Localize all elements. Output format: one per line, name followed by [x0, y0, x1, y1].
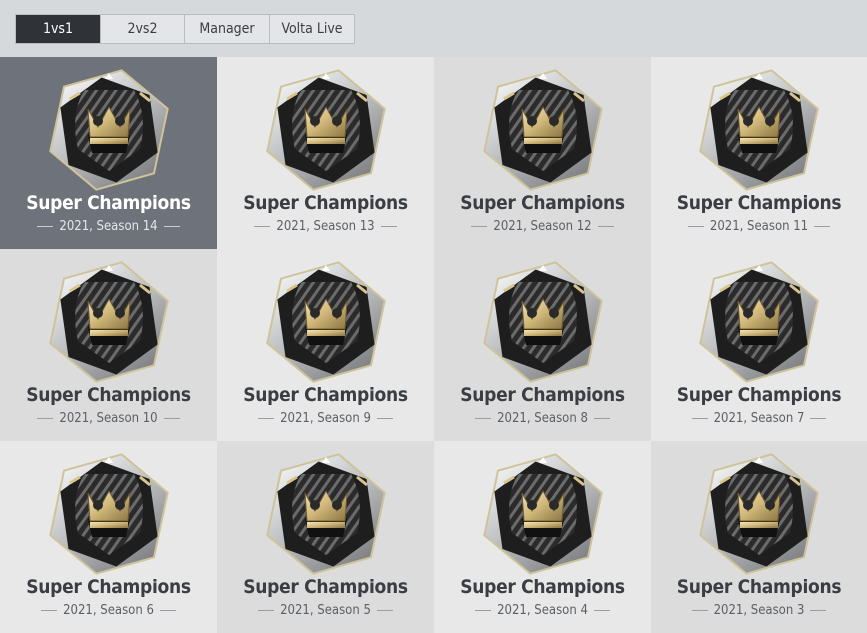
badge-subtitle: 2021, Season 3: [651, 603, 867, 618]
divider: [475, 418, 492, 419]
season-label: 2021, Season 6: [63, 603, 154, 618]
divider: [475, 610, 492, 611]
season-label: 2021, Season 11: [709, 219, 809, 234]
divider: [691, 610, 708, 611]
divider: [380, 226, 397, 227]
badge-title: Super Champions: [460, 384, 625, 406]
crown-emblem-icon: [44, 449, 174, 579]
badge-title: Super Champions: [243, 192, 408, 214]
crown-emblem-icon: [261, 257, 391, 387]
badge-subtitle: 2021, Season 14: [0, 219, 217, 234]
season-label: 2021, Season 9: [280, 411, 371, 426]
badge-card[interactable]: Super Champions 2021, Season 11: [651, 57, 867, 249]
season-label: 2021, Season 12: [493, 219, 592, 234]
divider: [687, 226, 704, 227]
badge-card[interactable]: Super Champions 2021, Season 14: [0, 57, 217, 249]
badge-title: Super Champions: [26, 192, 191, 214]
badge-card[interactable]: Super Champions 2021, Season 12: [434, 57, 651, 249]
divider: [163, 418, 180, 419]
divider: [597, 226, 614, 227]
season-label: 2021, Season 10: [59, 411, 158, 426]
badge-card[interactable]: Super Champions 2021, Season 4: [434, 441, 651, 633]
badge-title: Super Champions: [676, 384, 842, 406]
top-bar: 1vs1 2vs2 Manager Volta Live: [0, 0, 867, 58]
season-label: 2021, Season 4: [497, 603, 588, 618]
badge-card[interactable]: Super Champions 2021, Season 8: [434, 249, 651, 441]
badge-title: Super Champions: [26, 384, 191, 406]
badge-subtitle: 2021, Season 7: [651, 411, 867, 426]
divider: [814, 226, 831, 227]
badge-subtitle: 2021, Season 5: [217, 603, 434, 618]
season-label: 2021, Season 7: [713, 411, 805, 426]
crown-emblem-icon: [44, 65, 174, 195]
badge-card[interactable]: Super Champions 2021, Season 5: [217, 441, 434, 633]
badge-title: Super Champions: [243, 384, 408, 406]
divider: [691, 418, 708, 419]
badge-subtitle: 2021, Season 8: [434, 411, 651, 426]
badge-title: Super Champions: [676, 576, 842, 598]
mode-tabs: 1vs1 2vs2 Manager Volta Live: [15, 14, 355, 44]
divider: [258, 610, 275, 611]
badge-title: Super Champions: [676, 192, 842, 214]
badge-card[interactable]: Super Champions 2021, Season 7: [651, 249, 867, 441]
divider: [163, 226, 180, 227]
season-label: 2021, Season 3: [713, 603, 805, 618]
badge-subtitle: 2021, Season 6: [0, 603, 217, 618]
divider: [258, 418, 275, 419]
badge-subtitle: 2021, Season 11: [651, 219, 867, 234]
divider: [41, 610, 58, 611]
divider: [810, 610, 827, 611]
divider: [254, 226, 271, 227]
crown-emblem-icon: [694, 257, 824, 387]
crown-emblem-icon: [261, 449, 391, 579]
season-label: 2021, Season 13: [276, 219, 375, 234]
divider: [593, 610, 610, 611]
season-label: 2021, Season 5: [280, 603, 371, 618]
badge-subtitle: 2021, Season 4: [434, 603, 651, 618]
tab-manager[interactable]: Manager: [185, 15, 270, 43]
badge-subtitle: 2021, Season 9: [217, 411, 434, 426]
badge-title: Super Champions: [460, 576, 625, 598]
badge-subtitle: 2021, Season 10: [0, 411, 217, 426]
divider: [593, 418, 610, 419]
crown-emblem-icon: [694, 65, 824, 195]
badge-subtitle: 2021, Season 13: [217, 219, 434, 234]
divider: [376, 610, 393, 611]
crown-emblem-icon: [478, 65, 608, 195]
divider: [471, 226, 488, 227]
divider: [159, 610, 176, 611]
badge-title: Super Champions: [460, 192, 625, 214]
badge-card[interactable]: Super Champions 2021, Season 9: [217, 249, 434, 441]
tab-volta-live[interactable]: Volta Live: [270, 15, 354, 43]
badge-grid: Super Champions 2021, Season 14 Super Cha…: [0, 57, 867, 633]
badge-card[interactable]: Super Champions 2021, Season 13: [217, 57, 434, 249]
divider: [37, 418, 54, 419]
crown-emblem-icon: [478, 257, 608, 387]
crown-emblem-icon: [261, 65, 391, 195]
season-label: 2021, Season 14: [59, 219, 158, 234]
badge-subtitle: 2021, Season 12: [434, 219, 651, 234]
badge-card[interactable]: Super Champions 2021, Season 10: [0, 249, 217, 441]
badge-title: Super Champions: [243, 576, 408, 598]
crown-emblem-icon: [478, 449, 608, 579]
tab-1vs1[interactable]: 1vs1: [16, 15, 101, 43]
badge-card[interactable]: Super Champions 2021, Season 6: [0, 441, 217, 633]
divider: [37, 226, 54, 227]
tab-2vs2[interactable]: 2vs2: [101, 15, 185, 43]
badge-title: Super Champions: [26, 576, 191, 598]
badge-card[interactable]: Super Champions 2021, Season 3: [651, 441, 867, 633]
divider: [810, 418, 827, 419]
crown-emblem-icon: [694, 449, 824, 579]
crown-emblem-icon: [44, 257, 174, 387]
season-label: 2021, Season 8: [497, 411, 588, 426]
divider: [376, 418, 393, 419]
